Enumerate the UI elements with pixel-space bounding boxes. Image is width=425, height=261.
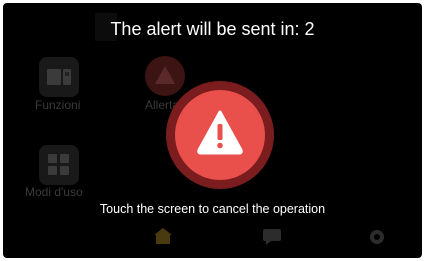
alert-button[interactable] [175,90,265,180]
home-icon [154,228,172,244]
countdown-title: The alert will be sent in: 2 [110,19,315,39]
usage-modes-label: Modi d'uso [25,185,83,199]
alert-countdown-screen[interactable]: Funzioni Allerta Modi d'uso The alert wi… [3,3,422,258]
functions-icon [47,69,71,85]
warning-icon [197,110,243,155]
chat-icon [263,229,281,245]
usage-modes-tile [39,145,79,185]
settings-icon [370,230,384,244]
functions-tile [39,57,79,97]
functions-label: Funzioni [35,98,81,112]
usage-modes-icon [48,154,69,175]
cancel-hint: Touch the screen to cancel the operation [99,202,326,216]
